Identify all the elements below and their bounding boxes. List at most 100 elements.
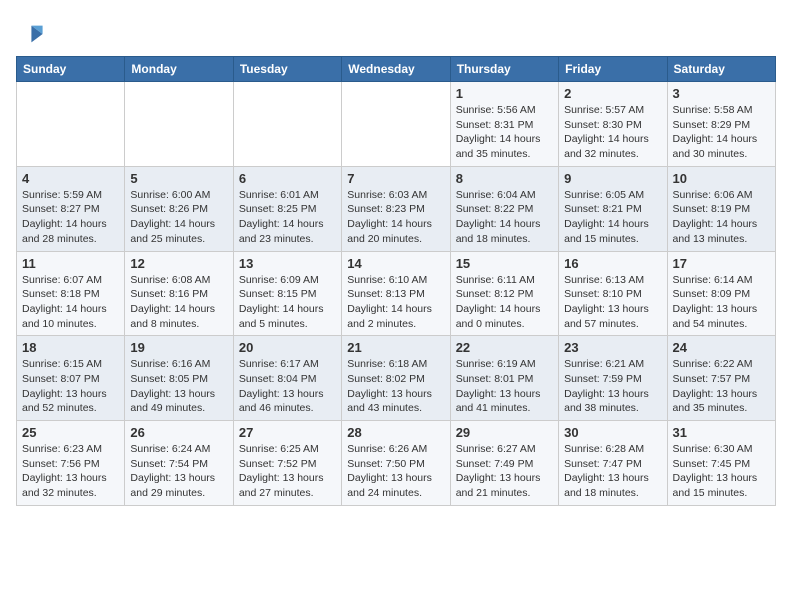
day-info: Sunrise: 5:58 AM Sunset: 8:29 PM Dayligh… [673, 103, 770, 162]
calendar-cell: 11 Sunrise: 6:07 AM Sunset: 8:18 PM Dayli… [17, 251, 125, 336]
calendar-cell: 19 Sunrise: 6:16 AM Sunset: 8:05 PM Dayli… [125, 336, 233, 421]
day-info: Sunrise: 5:56 AM Sunset: 8:31 PM Dayligh… [456, 103, 553, 162]
calendar-cell: 10 Sunrise: 6:06 AM Sunset: 8:19 PM Dayli… [667, 166, 775, 251]
calendar-cell: 3Sunrise: 5:58 AM Sunset: 8:29 PM Daylig… [667, 82, 775, 167]
day-number: 11 [22, 256, 119, 271]
calendar-cell: 5Sunrise: 6:00 AM Sunset: 8:26 PM Daylig… [125, 166, 233, 251]
weekday-header-wednesday: Wednesday [342, 57, 450, 82]
day-number: 31 [673, 425, 770, 440]
day-number: 24 [673, 340, 770, 355]
day-info: Sunrise: 6:14 AM Sunset: 8:09 PM Dayligh… [673, 273, 770, 332]
day-info: Sunrise: 6:04 AM Sunset: 8:22 PM Dayligh… [456, 188, 553, 247]
calendar-cell: 28 Sunrise: 6:26 AM Sunset: 7:50 PM Dayli… [342, 421, 450, 506]
day-number: 7 [347, 171, 444, 186]
day-info: Sunrise: 6:15 AM Sunset: 8:07 PM Dayligh… [22, 357, 119, 416]
day-number: 13 [239, 256, 336, 271]
day-info: Sunrise: 6:11 AM Sunset: 8:12 PM Dayligh… [456, 273, 553, 332]
day-number: 17 [673, 256, 770, 271]
calendar-cell: 27Sunrise: 6:25 AM Sunset: 7:52 PM Dayli… [233, 421, 341, 506]
day-info: Sunrise: 6:07 AM Sunset: 8:18 PM Dayligh… [22, 273, 119, 332]
calendar-cell: 8 Sunrise: 6:04 AM Sunset: 8:22 PM Daylig… [450, 166, 558, 251]
calendar-cell [17, 82, 125, 167]
calendar-cell: 17 Sunrise: 6:14 AM Sunset: 8:09 PM Dayli… [667, 251, 775, 336]
day-number: 19 [130, 340, 227, 355]
day-number: 23 [564, 340, 661, 355]
calendar-cell [233, 82, 341, 167]
day-number: 10 [673, 171, 770, 186]
day-number: 14 [347, 256, 444, 271]
weekday-header-friday: Friday [559, 57, 667, 82]
day-info: Sunrise: 6:13 AM Sunset: 8:10 PM Dayligh… [564, 273, 661, 332]
calendar-cell: 16 Sunrise: 6:13 AM Sunset: 8:10 PM Dayli… [559, 251, 667, 336]
calendar-cell: 15 Sunrise: 6:11 AM Sunset: 8:12 PM Dayli… [450, 251, 558, 336]
calendar-cell [125, 82, 233, 167]
day-number: 18 [22, 340, 119, 355]
day-number: 12 [130, 256, 227, 271]
calendar-cell: 23 Sunrise: 6:21 AM Sunset: 7:59 PM Dayli… [559, 336, 667, 421]
day-number: 9 [564, 171, 661, 186]
calendar-week-3: 11 Sunrise: 6:07 AM Sunset: 8:18 PM Dayli… [17, 251, 776, 336]
day-info: Sunrise: 6:05 AM Sunset: 8:21 PM Dayligh… [564, 188, 661, 247]
day-info: Sunrise: 6:28 AM Sunset: 7:47 PM Dayligh… [564, 442, 661, 501]
day-number: 25 [22, 425, 119, 440]
day-info: Sunrise: 6:27 AM Sunset: 7:49 PM Dayligh… [456, 442, 553, 501]
day-number: 20 [239, 340, 336, 355]
calendar-cell [342, 82, 450, 167]
calendar-cell: 25 Sunrise: 6:23 AM Sunset: 7:56 PM Dayli… [17, 421, 125, 506]
weekday-header-monday: Monday [125, 57, 233, 82]
calendar-cell: 13 Sunrise: 6:09 AM Sunset: 8:15 PM Dayli… [233, 251, 341, 336]
day-info: Sunrise: 6:21 AM Sunset: 7:59 PM Dayligh… [564, 357, 661, 416]
weekday-header-sunday: Sunday [17, 57, 125, 82]
calendar-week-1: 1Sunrise: 5:56 AM Sunset: 8:31 PM Daylig… [17, 82, 776, 167]
calendar-cell: 4 Sunrise: 5:59 AM Sunset: 8:27 PM Daylig… [17, 166, 125, 251]
day-number: 30 [564, 425, 661, 440]
day-number: 26 [130, 425, 227, 440]
calendar-week-5: 25 Sunrise: 6:23 AM Sunset: 7:56 PM Dayli… [17, 421, 776, 506]
logo [16, 20, 48, 48]
day-number: 21 [347, 340, 444, 355]
day-number: 29 [456, 425, 553, 440]
calendar-cell: 12 Sunrise: 6:08 AM Sunset: 8:16 PM Dayli… [125, 251, 233, 336]
calendar-week-4: 18 Sunrise: 6:15 AM Sunset: 8:07 PM Dayli… [17, 336, 776, 421]
calendar-cell: 24 Sunrise: 6:22 AM Sunset: 7:57 PM Dayli… [667, 336, 775, 421]
day-number: 16 [564, 256, 661, 271]
calendar-cell: 31Sunrise: 6:30 AM Sunset: 7:45 PM Dayli… [667, 421, 775, 506]
day-number: 4 [22, 171, 119, 186]
day-info: Sunrise: 6:18 AM Sunset: 8:02 PM Dayligh… [347, 357, 444, 416]
day-info: Sunrise: 6:16 AM Sunset: 8:05 PM Dayligh… [130, 357, 227, 416]
calendar-cell: 20Sunrise: 6:17 AM Sunset: 8:04 PM Dayli… [233, 336, 341, 421]
calendar-cell: 9 Sunrise: 6:05 AM Sunset: 8:21 PM Daylig… [559, 166, 667, 251]
calendar-table: SundayMondayTuesdayWednesdayThursdayFrid… [16, 56, 776, 506]
page-header [16, 16, 776, 48]
day-info: Sunrise: 6:09 AM Sunset: 8:15 PM Dayligh… [239, 273, 336, 332]
weekday-header-tuesday: Tuesday [233, 57, 341, 82]
day-info: Sunrise: 6:08 AM Sunset: 8:16 PM Dayligh… [130, 273, 227, 332]
calendar-cell: 21 Sunrise: 6:18 AM Sunset: 8:02 PM Dayli… [342, 336, 450, 421]
calendar-cell: 26Sunrise: 6:24 AM Sunset: 7:54 PM Dayli… [125, 421, 233, 506]
weekday-header-thursday: Thursday [450, 57, 558, 82]
weekday-header-saturday: Saturday [667, 57, 775, 82]
day-info: Sunrise: 6:22 AM Sunset: 7:57 PM Dayligh… [673, 357, 770, 416]
day-info: Sunrise: 6:01 AM Sunset: 8:25 PM Dayligh… [239, 188, 336, 247]
day-info: Sunrise: 6:26 AM Sunset: 7:50 PM Dayligh… [347, 442, 444, 501]
calendar-cell: 22Sunrise: 6:19 AM Sunset: 8:01 PM Dayli… [450, 336, 558, 421]
day-number: 22 [456, 340, 553, 355]
day-info: Sunrise: 6:03 AM Sunset: 8:23 PM Dayligh… [347, 188, 444, 247]
day-info: Sunrise: 6:23 AM Sunset: 7:56 PM Dayligh… [22, 442, 119, 501]
day-info: Sunrise: 5:57 AM Sunset: 8:30 PM Dayligh… [564, 103, 661, 162]
calendar-cell: 29 Sunrise: 6:27 AM Sunset: 7:49 PM Dayli… [450, 421, 558, 506]
day-number: 15 [456, 256, 553, 271]
calendar-cell: 14 Sunrise: 6:10 AM Sunset: 8:13 PM Dayli… [342, 251, 450, 336]
calendar-week-2: 4 Sunrise: 5:59 AM Sunset: 8:27 PM Daylig… [17, 166, 776, 251]
day-info: Sunrise: 6:06 AM Sunset: 8:19 PM Dayligh… [673, 188, 770, 247]
day-number: 5 [130, 171, 227, 186]
day-number: 8 [456, 171, 553, 186]
day-info: Sunrise: 5:59 AM Sunset: 8:27 PM Dayligh… [22, 188, 119, 247]
day-number: 6 [239, 171, 336, 186]
day-number: 28 [347, 425, 444, 440]
day-number: 2 [564, 86, 661, 101]
day-info: Sunrise: 6:10 AM Sunset: 8:13 PM Dayligh… [347, 273, 444, 332]
calendar-body: 1Sunrise: 5:56 AM Sunset: 8:31 PM Daylig… [17, 82, 776, 506]
calendar-cell: 1Sunrise: 5:56 AM Sunset: 8:31 PM Daylig… [450, 82, 558, 167]
calendar-cell: 7 Sunrise: 6:03 AM Sunset: 8:23 PM Daylig… [342, 166, 450, 251]
